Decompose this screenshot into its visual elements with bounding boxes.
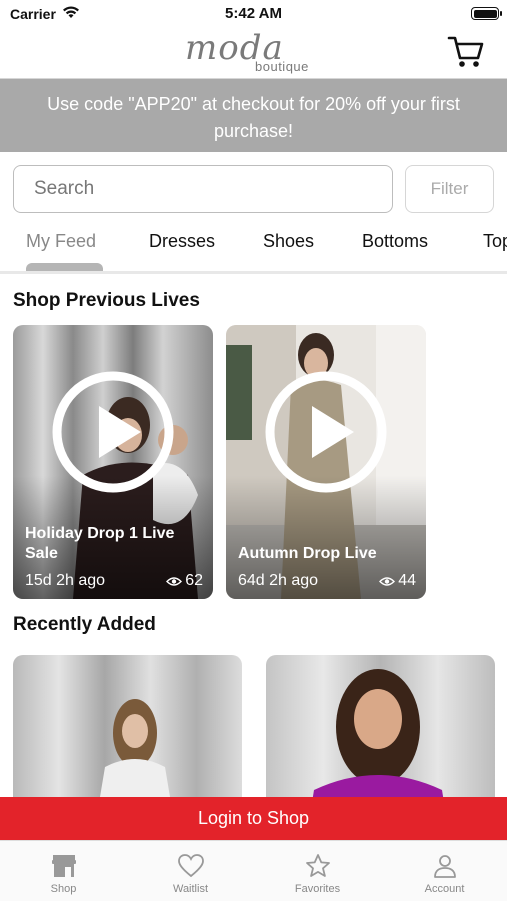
bottom-tab-bar: Shop Waitlist Favorites Account: [0, 840, 507, 901]
tab-my-feed[interactable]: My Feed: [26, 231, 96, 252]
cart-button[interactable]: [447, 34, 487, 72]
heart-icon: [177, 854, 204, 878]
product-card[interactable]: [13, 655, 242, 815]
storefront-icon: [51, 855, 76, 877]
section-title-recently-added: Recently Added: [13, 614, 156, 635]
tab-favorites[interactable]: Favorites: [254, 841, 381, 901]
live-card[interactable]: Holiday Drop 1 Live Sale 15d 2h ago 62: [13, 325, 213, 599]
live-views-count: 62: [185, 572, 203, 589]
status-bar: Carrier 5:42 AM: [0, 0, 507, 28]
eye-icon: [379, 576, 396, 586]
tab-account[interactable]: Account: [381, 841, 507, 901]
product-image: [13, 655, 242, 815]
eye-icon: [166, 576, 183, 586]
cart-icon: [447, 36, 484, 67]
active-tab-indicator: [26, 263, 103, 271]
star-icon: [305, 854, 330, 877]
tab-favorites-label: Favorites: [294, 883, 341, 895]
live-views: 62: [166, 572, 203, 590]
tab-bottoms[interactable]: Bottoms: [362, 231, 428, 252]
tab-tops[interactable]: Tops: [483, 231, 507, 252]
live-card[interactable]: Autumn Drop Live 64d 2h ago 44: [226, 325, 426, 599]
play-icon[interactable]: [51, 370, 175, 494]
promo-banner: Use code "APP20" at checkout for 20% off…: [0, 79, 507, 152]
live-title: Holiday Drop 1 Live Sale: [25, 525, 175, 562]
live-views-count: 44: [398, 572, 416, 589]
app-header: moda boutique: [0, 28, 507, 79]
live-time: 15d 2h ago: [25, 572, 106, 589]
tabs-divider: [0, 271, 507, 274]
search-input[interactable]: Search: [13, 165, 393, 213]
tab-waitlist-label: Waitlist: [172, 883, 209, 895]
tab-shoes[interactable]: Shoes: [263, 231, 314, 252]
live-title: Autumn Drop Live: [238, 545, 377, 562]
moda-boutique-logo[interactable]: moda boutique: [185, 28, 325, 78]
tab-account-label: Account: [424, 883, 465, 895]
live-views: 44: [379, 572, 416, 590]
battery-icon: [471, 7, 502, 20]
tab-dresses[interactable]: Dresses: [149, 231, 215, 252]
tab-shop[interactable]: Shop: [0, 841, 127, 901]
clock: 5:42 AM: [225, 5, 282, 22]
live-time: 64d 2h ago: [238, 572, 319, 589]
logo-sub-text: boutique: [255, 59, 309, 74]
product-card[interactable]: [266, 655, 495, 815]
category-tabs: My Feed Dresses Shoes Bottoms Tops: [0, 225, 507, 271]
section-title-previous-lives: Shop Previous Lives: [13, 290, 200, 311]
filter-button[interactable]: Filter: [405, 165, 494, 213]
tab-shop-label: Shop: [50, 883, 77, 895]
person-icon: [433, 855, 456, 878]
login-to-shop-button[interactable]: Login to Shop: [0, 797, 507, 840]
tab-waitlist[interactable]: Waitlist: [127, 841, 254, 901]
product-image: [266, 655, 495, 815]
play-icon[interactable]: [264, 370, 388, 494]
